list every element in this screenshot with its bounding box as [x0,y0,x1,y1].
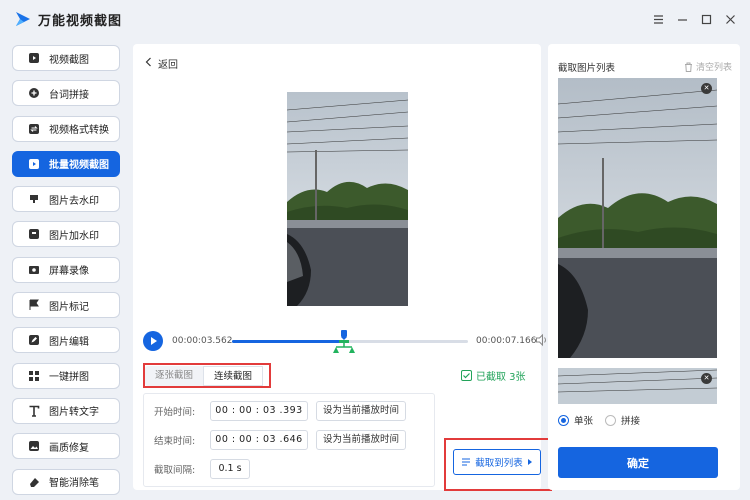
sidebar-item-screen-record[interactable]: 屏幕录像 [12,256,120,283]
captured-count: 已截取 3张 [461,368,541,383]
sidebar-item-quality-repair[interactable]: 画质修复 [12,433,120,460]
trash-icon [684,62,692,72]
sidebar-item-label: 视频格式转换 [49,125,109,137]
main-panel: 返回 00:00:03.562 00:00:07.166 逐张截图 连续截图 已… [133,44,552,491]
sidebar-item-batch-screenshot[interactable]: 批量视频截图 [12,150,120,177]
captured-label: 已截取 3张 [476,372,526,383]
sidebar-item-subtitle-stitch[interactable]: 台词拼接 [12,80,120,107]
sidebar-item-image-to-text[interactable]: 图片转文字 [12,397,120,424]
capture-thumbnail[interactable]: ✕ [558,368,717,404]
interval-input[interactable]: 0.1 s [210,459,250,479]
start-time-label: 开始时间: [154,407,196,418]
radio-single[interactable] [558,414,569,426]
add-stamp-icon [27,227,41,241]
current-time: 00:00:03.562 [172,336,233,346]
chevron-left-icon [145,57,152,70]
remove-thumbnail-icon[interactable]: ✕ [701,373,712,384]
range-handle[interactable] [333,342,355,356]
play-arrow-icon [527,459,532,465]
sidebar-item-label: 智能消除笔 [49,478,99,490]
sidebar: 视频截图 台词拼接 视频格式转换 批量视频截图 图片去水印 图片加水印 屏幕录像… [12,45,122,500]
sidebar-item-label: 屏幕录像 [49,266,89,278]
sidebar-item-label: 台词拼接 [49,89,89,101]
sidebar-item-label: 一键拼图 [49,372,89,384]
menu-icon[interactable] [646,10,670,28]
text-icon [27,404,41,418]
end-time-input[interactable]: 00 : 00 : 03 .646 [210,430,308,450]
sidebar-item-label: 图片转文字 [49,407,99,419]
app-title: 万能视频截图 [38,13,123,29]
flag-icon [27,298,41,312]
start-time-row: 开始时间: 00 : 00 : 03 .393 设为当前播放时间 [154,401,407,421]
video-preview[interactable] [287,92,408,306]
title-bar: 万能视频截图 [0,0,750,38]
capture-to-list-label: 截取到列表 [475,458,523,469]
time-settings: 开始时间: 00 : 00 : 03 .393 设为当前播放时间 结束时间: 0… [143,393,435,487]
remove-thumbnail-icon[interactable]: ✕ [701,83,712,94]
start-time-input[interactable]: 00 : 00 : 03 .393 [210,401,308,421]
sidebar-item-label: 批量视频截图 [49,160,109,172]
sidebar-item-format-convert[interactable]: 视频格式转换 [12,115,120,142]
sidebar-item-label: 图片标记 [49,301,89,313]
radio-stitch-label: 拼接 [621,416,641,427]
capture-to-list-button[interactable]: 截取到列表 [453,449,541,475]
list-icon [462,458,471,466]
end-time: 00:00:07.166 [476,336,537,346]
sidebar-item-smart-eraser[interactable]: 智能消除笔 [12,468,120,495]
video-frame-icon [27,51,41,65]
highlight-box-tabs [143,363,271,388]
sidebar-item-add-watermark[interactable]: 图片加水印 [12,221,120,248]
plus-circle-icon [27,86,41,100]
close-icon[interactable] [718,10,742,28]
capture-thumbnail[interactable]: ✕ [558,78,717,358]
back-label: 返回 [158,60,178,71]
back-link[interactable]: 返回 [145,56,178,71]
play-icon [151,337,157,345]
sidebar-item-label: 图片编辑 [49,336,89,348]
sidebar-item-image-mark[interactable]: 图片标记 [12,292,120,319]
clear-list-label: 清空列表 [695,63,732,73]
sidebar-item-label: 视频截图 [49,54,89,66]
capture-list-panel: 截取图片列表 清空列表 ✕ ✕ 单张 拼接 确定 [548,44,740,490]
radio-single-label: 单张 [574,416,594,427]
timeline-track[interactable] [232,330,468,353]
player-controls: 00:00:03.562 00:00:07.166 [143,330,546,353]
set-start-current-button[interactable]: 设为当前播放时间 [316,401,407,421]
sidebar-item-image-edit[interactable]: 图片编辑 [12,327,120,354]
radio-stitch[interactable] [605,414,617,426]
sidebar-item-video-screenshot[interactable]: 视频截图 [12,45,120,71]
set-end-current-button[interactable]: 设为当前播放时间 [316,430,407,450]
edit-icon [27,333,41,347]
sidebar-item-remove-watermark[interactable]: 图片去水印 [12,186,120,213]
output-mode-group: 单张 拼接 [558,413,640,427]
sidebar-item-label: 图片去水印 [49,195,99,207]
end-time-row: 结束时间: 00 : 00 : 03 .646 设为当前播放时间 [154,430,407,450]
app-logo-icon [16,12,30,26]
confirm-button[interactable]: 确定 [558,447,718,478]
batch-video-icon [27,157,41,171]
screen-record-icon [27,263,41,277]
sidebar-item-collage[interactable]: 一键拼图 [12,362,120,389]
sidebar-item-label: 画质修复 [49,442,89,454]
maximize-icon[interactable] [694,10,718,28]
timeline-progress [232,340,347,343]
grid-icon [27,369,41,383]
image-repair-icon [27,439,41,453]
minimize-icon[interactable] [670,10,694,28]
sidebar-item-label: 图片加水印 [49,230,99,242]
interval-row: 截取间隔: 0.1 s [154,459,250,479]
capture-list-title: 截取图片列表 [558,63,616,74]
checkbox-check-icon [461,370,472,381]
volume-icon[interactable] [535,333,549,350]
stamp-icon [27,192,41,206]
clear-list-button[interactable]: 清空列表 [684,60,732,73]
convert-icon [27,122,41,136]
end-time-label: 结束时间: [154,436,196,447]
interval-label: 截取间隔: [154,465,196,476]
eraser-icon [27,475,41,489]
play-button[interactable] [143,331,163,351]
playhead-marker[interactable] [338,330,350,340]
